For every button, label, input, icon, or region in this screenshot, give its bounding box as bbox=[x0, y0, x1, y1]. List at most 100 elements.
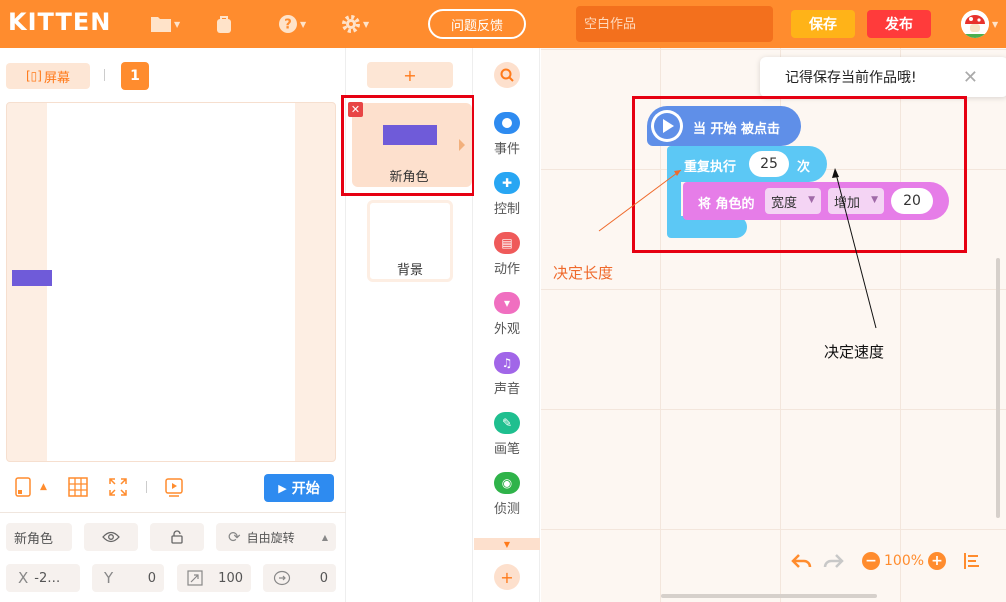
when-start-clicked-block[interactable]: 当 开始 被点击 bbox=[647, 106, 801, 146]
code-workspace[interactable]: 记得保存当前作品哦! ✕ 当 开始 被点击 重复执行 25 次 将 角色的 宽度… bbox=[541, 48, 1006, 602]
svg-text:?: ? bbox=[284, 18, 292, 33]
change-property-block[interactable]: 将 角色的 宽度 ▼ 增加 ▼ 20 bbox=[683, 182, 949, 220]
grid-toggle[interactable] bbox=[68, 476, 88, 498]
category-motion[interactable]: ▤ 动作 bbox=[474, 232, 540, 280]
stage-area[interactable] bbox=[6, 102, 336, 462]
block-search-button[interactable] bbox=[494, 62, 520, 88]
event-icon bbox=[494, 112, 520, 134]
category-sound[interactable]: ♫ 声音 bbox=[474, 352, 540, 400]
x-label: X bbox=[18, 569, 29, 587]
divider bbox=[104, 69, 105, 81]
app-logo: KITTEN bbox=[8, 8, 112, 36]
help-menu[interactable]: ? ▼ bbox=[278, 13, 306, 35]
scale-icon bbox=[187, 570, 203, 586]
chevron-down-icon[interactable]: ▼ bbox=[474, 538, 540, 550]
start-label: 开始 bbox=[291, 481, 320, 497]
chevron-down-icon: ▼ bbox=[363, 19, 370, 29]
repeat-label: 重复执行 bbox=[684, 160, 737, 175]
category-label: 动作 bbox=[493, 262, 520, 277]
stage-page-number[interactable]: 1 bbox=[121, 62, 149, 90]
visibility-toggle[interactable] bbox=[84, 523, 138, 551]
align-left-icon bbox=[964, 553, 979, 569]
backpack-menu[interactable] bbox=[214, 13, 234, 35]
sensing-icon: ◉ bbox=[494, 472, 520, 494]
save-reminder-toast: 记得保存当前作品哦! ✕ bbox=[760, 57, 1006, 97]
fullscreen-icon: [▯] bbox=[26, 69, 42, 83]
expand-toggle[interactable] bbox=[108, 476, 128, 498]
scale-value: 100 bbox=[218, 570, 243, 586]
divider bbox=[0, 512, 346, 513]
repeat-block[interactable]: 重复执行 25 次 bbox=[667, 146, 827, 182]
repeat-block-arm bbox=[667, 178, 681, 218]
lock-toggle[interactable] bbox=[150, 523, 204, 551]
zoom-in-button[interactable]: + bbox=[928, 552, 947, 570]
start-button[interactable]: ▶ 开始 bbox=[264, 474, 334, 502]
amount-input[interactable]: 20 bbox=[891, 188, 933, 214]
y-label: Y bbox=[104, 569, 114, 587]
search-icon bbox=[500, 68, 514, 82]
category-label: 侦测 bbox=[493, 502, 520, 517]
chevron-up-icon[interactable]: ▲ bbox=[40, 476, 47, 498]
save-button[interactable]: 保存 bbox=[791, 10, 855, 38]
stage-sprite[interactable] bbox=[12, 270, 52, 286]
y-value: 0 bbox=[147, 570, 156, 586]
direction-field[interactable]: 0 bbox=[263, 564, 336, 592]
fullscreen-button[interactable]: [▯] 屏幕 bbox=[6, 63, 90, 89]
stage-canvas[interactable] bbox=[47, 103, 295, 461]
publish-button[interactable]: 发布 bbox=[867, 10, 931, 38]
chevron-down-icon[interactable]: ▼ bbox=[992, 20, 998, 29]
add-sprite-button[interactable]: + bbox=[367, 62, 453, 88]
folder-icon bbox=[151, 17, 171, 32]
sprite-name-field[interactable]: 新角色 bbox=[6, 523, 72, 551]
category-looks[interactable]: ▾ 外观 bbox=[474, 292, 540, 340]
sound-icon: ♫ bbox=[494, 352, 520, 374]
repeat-count-input[interactable]: 25 bbox=[749, 151, 789, 177]
top-bar: KITTEN ▼ ? ▼ ▼ 问题反馈 保存 发布 ▼ bbox=[0, 0, 1006, 48]
backpack-icon bbox=[217, 16, 231, 33]
preview-toggle[interactable] bbox=[164, 476, 184, 498]
feedback-button[interactable]: 问题反馈 bbox=[428, 9, 526, 39]
file-menu[interactable]: ▼ bbox=[150, 13, 180, 35]
category-sensing[interactable]: ◉ 侦测 bbox=[474, 472, 540, 520]
sprite-list-panel: + 新角色 ✕ 背景 bbox=[341, 48, 475, 602]
annotation-length: 决定长度 bbox=[553, 264, 614, 282]
control-icon: ✚ bbox=[494, 172, 520, 194]
horizontal-scrollbar[interactable] bbox=[661, 594, 877, 598]
stage-size-toggle[interactable] bbox=[14, 476, 32, 498]
category-event[interactable]: 事件 bbox=[474, 112, 540, 160]
category-pen[interactable]: ✎ 画笔 bbox=[474, 412, 540, 460]
hat-block-label: 当 开始 被点击 bbox=[693, 122, 781, 137]
close-icon[interactable]: ✕ bbox=[963, 67, 978, 88]
settings-menu[interactable]: ▼ bbox=[341, 13, 369, 35]
toast-message: 记得保存当前作品哦! bbox=[785, 70, 917, 86]
unlock-icon bbox=[171, 530, 183, 544]
category-control[interactable]: ✚ 控制 bbox=[474, 172, 540, 220]
y-field[interactable]: Y 0 bbox=[92, 564, 164, 592]
rotation-mode-label: 自由旋转 bbox=[246, 530, 295, 545]
scale-field[interactable]: 100 bbox=[177, 564, 251, 592]
category-label: 声音 bbox=[493, 382, 520, 397]
background-card[interactable]: 背景 bbox=[367, 200, 453, 282]
help-icon: ? bbox=[279, 15, 297, 33]
avatar[interactable] bbox=[961, 10, 989, 38]
vertical-scrollbar[interactable] bbox=[996, 258, 1000, 518]
play-screen-icon bbox=[165, 478, 183, 497]
property-dropdown[interactable]: 宽度 ▼ bbox=[765, 188, 821, 214]
play-icon bbox=[651, 110, 683, 142]
undo-button[interactable] bbox=[791, 552, 813, 570]
grid-icon bbox=[68, 477, 88, 497]
project-title-input[interactable] bbox=[576, 6, 773, 42]
arrange-blocks-button[interactable] bbox=[963, 552, 981, 570]
fullscreen-label: 屏幕 bbox=[43, 70, 70, 86]
stage-panel: [▯] 屏幕 1 ▲ ▶ 开始 新角色 ⟳ 自由旋转 ▲ X -2… Y 0 1… bbox=[0, 48, 346, 602]
zoom-out-button[interactable]: − bbox=[862, 552, 880, 570]
rotation-mode-select[interactable]: ⟳ 自由旋转 ▲ bbox=[216, 523, 336, 551]
redo-icon bbox=[823, 554, 844, 568]
operation-dropdown[interactable]: 增加 ▼ bbox=[828, 188, 884, 214]
x-field[interactable]: X -2… bbox=[6, 564, 80, 592]
category-label: 事件 bbox=[493, 142, 520, 157]
annotation-speed: 决定速度 bbox=[824, 343, 885, 361]
redo-button[interactable] bbox=[822, 552, 844, 570]
add-extension-button[interactable]: + bbox=[494, 564, 520, 590]
background-label: 背景 bbox=[396, 263, 423, 278]
